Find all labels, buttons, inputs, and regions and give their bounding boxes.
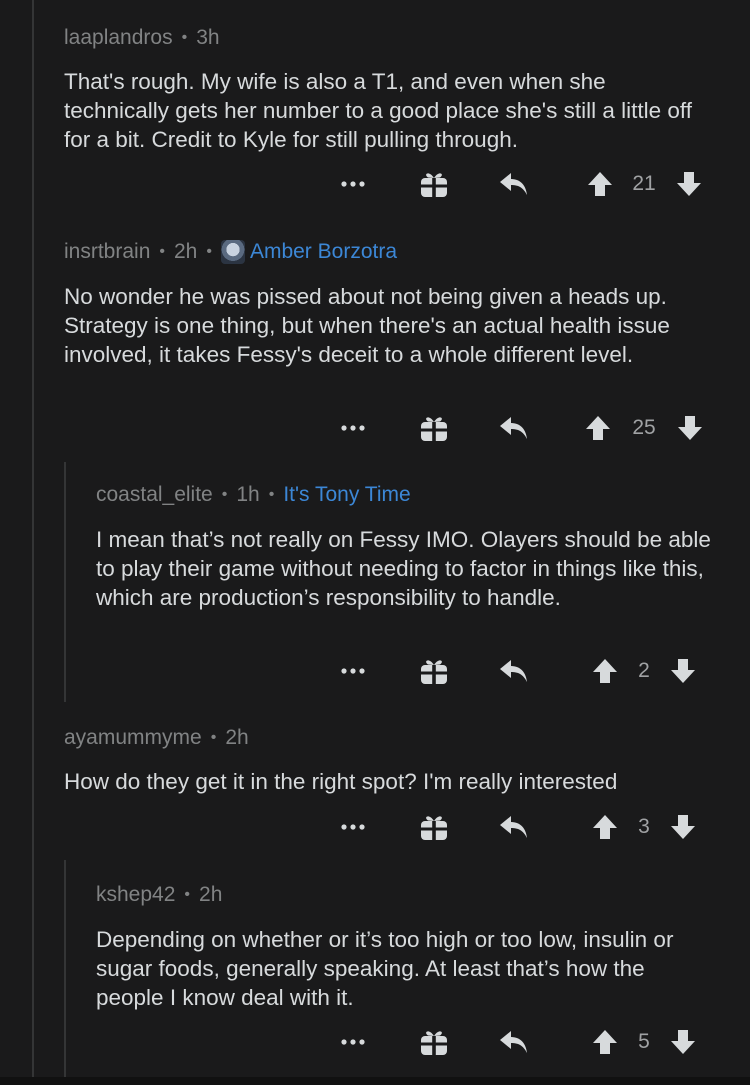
more-options-icon[interactable] xyxy=(337,807,369,847)
user-flair: It's Tony Time xyxy=(283,483,410,507)
comment-actions: 25 xyxy=(0,408,750,448)
downvote-arrow-icon[interactable] xyxy=(668,1022,698,1062)
downvote-arrow-icon[interactable] xyxy=(668,651,698,691)
upvote-arrow-icon[interactable] xyxy=(583,408,613,448)
vote-score: 3 xyxy=(638,815,650,838)
timestamp: 2h xyxy=(225,726,249,749)
comment-meta: laaplandros • 3h xyxy=(64,26,220,50)
more-options-icon[interactable] xyxy=(337,164,369,204)
downvote-arrow-icon[interactable] xyxy=(674,164,704,204)
downvote-arrow-icon[interactable] xyxy=(675,408,705,448)
separator-dot: • xyxy=(181,29,188,46)
downvote-arrow-icon[interactable] xyxy=(668,807,698,847)
upvote-arrow-icon[interactable] xyxy=(590,807,620,847)
username[interactable]: coastal_elite xyxy=(96,483,213,507)
comment-actions: 2 xyxy=(0,651,750,691)
comment-actions: 5 xyxy=(0,1022,750,1062)
user-flair: Amber Borzotra xyxy=(220,240,398,264)
more-options-icon[interactable] xyxy=(337,651,369,691)
bottom-edge xyxy=(0,1077,750,1085)
comment-body: No wonder he was pissed about not being … xyxy=(64,284,670,367)
separator-dot: • xyxy=(206,243,212,260)
gift-award-icon[interactable] xyxy=(416,164,452,204)
upvote-arrow-icon[interactable] xyxy=(590,1022,620,1062)
upvote-arrow-icon[interactable] xyxy=(590,651,620,691)
more-options-icon[interactable] xyxy=(337,1022,369,1062)
comment-actions: 3 xyxy=(0,807,750,847)
separator-dot: • xyxy=(159,243,165,260)
thread-line-root[interactable] xyxy=(32,0,34,1085)
timestamp: 1h xyxy=(236,483,260,506)
separator-dot: • xyxy=(221,486,228,503)
vote-score: 25 xyxy=(632,416,656,439)
comment-body: That's rough. My wife is also a T1, and … xyxy=(64,69,692,152)
flair-text: Amber Borzotra xyxy=(249,240,398,263)
timestamp: 2h xyxy=(173,240,198,263)
gift-award-icon[interactable] xyxy=(416,408,452,448)
flair-text: It's Tony Time xyxy=(283,483,411,506)
comment-body: How do they get it in the right spot? I'… xyxy=(64,769,618,794)
separator-dot: • xyxy=(210,729,217,746)
username[interactable]: insrtbrain xyxy=(64,240,150,264)
separator-dot: • xyxy=(268,486,275,503)
comment-meta: coastal_elite • 1h • It's Tony Time xyxy=(96,483,411,507)
separator-dot: • xyxy=(184,886,191,903)
reply-arrow-icon[interactable] xyxy=(496,1022,532,1062)
timestamp: 3h xyxy=(196,26,220,49)
username[interactable]: kshep42 xyxy=(96,883,175,907)
reply-arrow-icon[interactable] xyxy=(496,164,532,204)
username[interactable]: ayamummyme xyxy=(64,726,202,750)
comment-body: Depending on whether or it’s too high or… xyxy=(96,927,674,1010)
vote-score: 5 xyxy=(638,1030,650,1053)
timestamp: 2h xyxy=(199,883,223,906)
comment-actions: 21 xyxy=(0,164,750,204)
upvote-arrow-icon[interactable] xyxy=(585,164,615,204)
reply-arrow-icon[interactable] xyxy=(496,408,532,448)
comment-body: I mean that’s not really on Fessy IMO. O… xyxy=(96,527,711,610)
comment-meta: insrtbrain • 2h • Amber Borzotra xyxy=(64,240,397,264)
comment-meta: kshep42 • 2h xyxy=(96,883,222,907)
reply-arrow-icon[interactable] xyxy=(496,807,532,847)
gift-award-icon[interactable] xyxy=(416,807,452,847)
more-options-icon[interactable] xyxy=(337,408,369,448)
flair-avatar-icon xyxy=(220,240,245,264)
vote-score: 2 xyxy=(638,659,650,682)
gift-award-icon[interactable] xyxy=(416,1022,452,1062)
reply-arrow-icon[interactable] xyxy=(496,651,532,691)
gift-award-icon[interactable] xyxy=(416,651,452,691)
username[interactable]: laaplandros xyxy=(64,26,173,50)
vote-score: 21 xyxy=(632,172,656,195)
comment-meta: ayamummyme • 2h xyxy=(64,726,249,750)
